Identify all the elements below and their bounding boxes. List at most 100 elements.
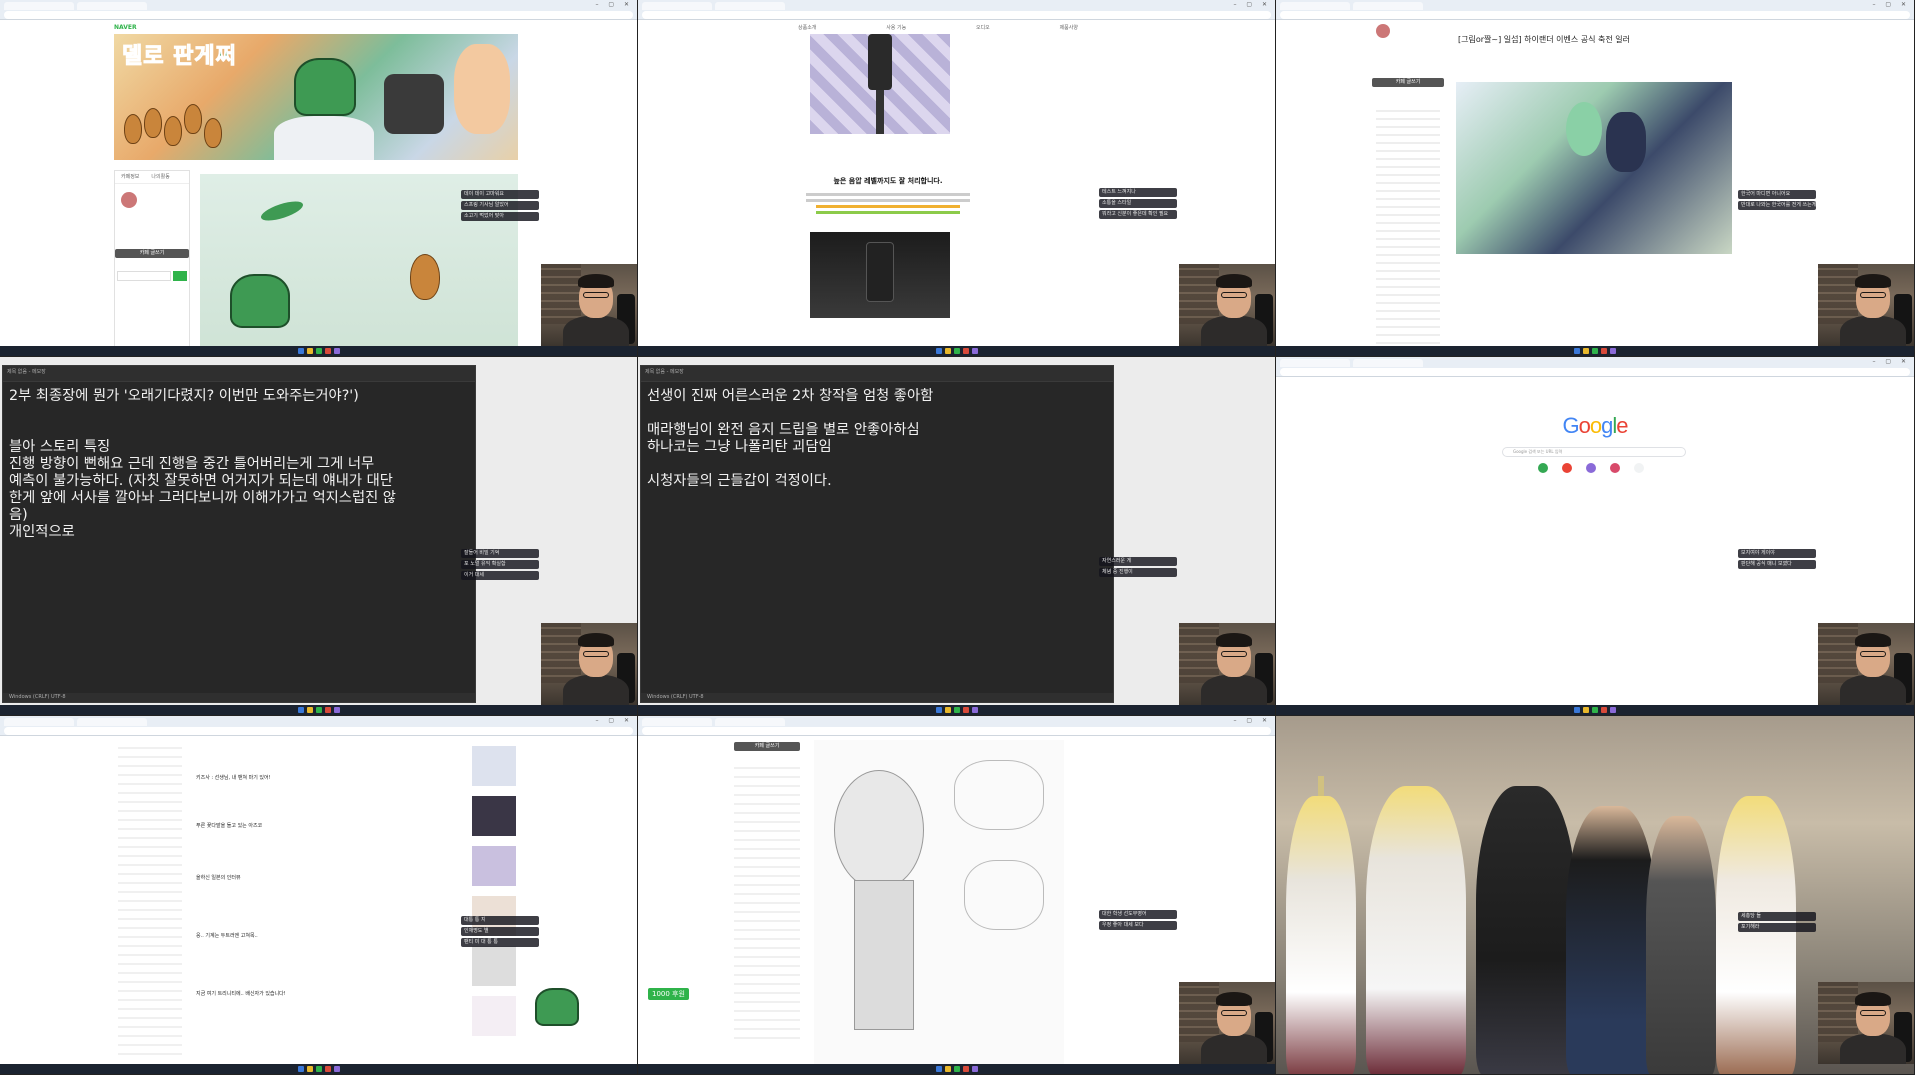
post-list: 키즈사 : 선생님, 내 밴쳐 마기 있어! 푸른 꽃다발을 들고 있는 아즈코…: [196, 764, 476, 998]
google-search-input[interactable]: Google 검색 또는 URL 입력: [1502, 447, 1686, 457]
chat-overlay: 데이 데이 고마워요 스프링 기사님 알았어 소고기 먹었어 맞아: [461, 190, 539, 221]
chat-overlay: 세총당 들 포기해라: [1738, 912, 1816, 932]
address-bar[interactable]: [4, 727, 633, 735]
notepad-statusbar: Windows (CRLF) UTF-8: [3, 693, 475, 702]
tab-cafe-info[interactable]: 카페정보: [121, 173, 139, 181]
chat-message: 데이 데이 고마워요: [461, 190, 539, 199]
notepad-titlebar[interactable]: 제목 없음 - 메모장: [3, 366, 475, 382]
list-item[interactable]: 을하신 일본의 인터뷰: [196, 874, 476, 882]
tab-my-activity[interactable]: 나의활동: [151, 173, 169, 181]
panel-cafe-banner: – ▢ ✕ NAVER 델로 판게쩌 카페정보 나의활동 카페 글쓰기 데이 데…: [0, 0, 638, 357]
address-bar[interactable]: [4, 11, 633, 19]
post-image: [1456, 82, 1732, 254]
list-item[interactable]: 키즈사 : 선생님, 내 밴쳐 마기 있어!: [196, 774, 476, 782]
cafe-sidebar: 카페정보 나의활동 카페 글쓰기: [114, 170, 190, 350]
helmet-character: [294, 58, 356, 116]
window-controls[interactable]: – ▢ ✕: [1233, 1, 1271, 8]
chat-message: 자연스러운 게: [1099, 557, 1177, 566]
list-item[interactable]: 지금 여기 트리니티에.. 배신자가 있습니다!: [196, 990, 476, 998]
browser-tab[interactable]: [4, 718, 74, 726]
browser-tab[interactable]: [1353, 359, 1423, 367]
nav-item[interactable]: 오디오: [976, 24, 990, 32]
board-menu[interactable]: [118, 740, 182, 1060]
panel-cafe-post: – ▢ ✕ 카페 글쓰기 [그림or짤~] 일섭] 하이랜더 이벤스 공식 축전…: [1276, 0, 1915, 357]
nav-item[interactable]: 제품사양: [1060, 24, 1078, 32]
browser-tab[interactable]: [4, 2, 74, 10]
webcam-overlay: [541, 623, 637, 705]
cafe-search-input[interactable]: [117, 271, 171, 281]
shortcut-tile[interactable]: [1610, 463, 1620, 473]
chat-overlay: 보지여야 게이야 판단해 공식 매니 보였다: [1738, 549, 1816, 569]
cafe-write-button[interactable]: 카페 글쓰기: [1372, 78, 1444, 87]
window-controls[interactable]: – ▢ ✕: [1872, 1, 1910, 8]
browser-chrome: – ▢ ✕: [0, 716, 637, 736]
banner-title: 델로 판게쩌: [122, 44, 237, 70]
notepad-titlebar[interactable]: 제목 없음 - 메모장: [641, 366, 1113, 382]
taskbar: [0, 1064, 637, 1074]
shortcut-tile[interactable]: [1586, 463, 1596, 473]
chat-message: 이거 대세: [461, 571, 539, 580]
window-controls[interactable]: – ▢ ✕: [1233, 717, 1271, 724]
add-shortcut-button[interactable]: [1634, 463, 1644, 473]
browser-tab[interactable]: [1280, 2, 1350, 10]
browser-tab[interactable]: [1353, 2, 1423, 10]
address-bar[interactable]: [1280, 11, 1910, 19]
webcam-overlay: [1818, 982, 1914, 1064]
browser-tab[interactable]: [77, 718, 147, 726]
browser-tab[interactable]: [715, 718, 785, 726]
taskbar: [1276, 346, 1914, 356]
browser-tab[interactable]: [642, 718, 712, 726]
webcam-overlay: [1818, 623, 1914, 705]
address-bar[interactable]: [642, 727, 1271, 735]
webcam-overlay: [1179, 623, 1275, 705]
list-item[interactable]: 응.. 기계는 두트러엔 고쳐목..: [196, 932, 476, 940]
webcam-overlay: [541, 264, 637, 346]
character-overlay: [527, 984, 587, 1064]
chat-message: 소고기 먹었어 맞아: [461, 212, 539, 221]
panel-notepad-2: 제목 없음 - 메모장 선생이 진짜 어른스러운 2차 창작을 엄청 좋아함 매…: [638, 357, 1276, 716]
browser-tab[interactable]: [77, 2, 147, 10]
browser-tab[interactable]: [642, 2, 712, 10]
post-title: [그림or짤~] 일섭] 하이랜더 이벤스 공식 축전 일러: [1458, 35, 1630, 44]
avatar[interactable]: [121, 192, 137, 208]
cafe-write-button[interactable]: 카페 글쓰기: [734, 742, 800, 751]
chat-overlay: 자연스러운 게 체념 중 진행이: [1099, 557, 1177, 577]
panel-manga-post: – ▢ ✕ 카페 글쓰기 1000 후원 대한 학생 선도부영어 우정 좋아 대…: [638, 716, 1276, 1075]
address-bar[interactable]: [1280, 368, 1910, 376]
chat-overlay: 테스트 느껴지나 소통을 스타일 뭐라고 신분이 좋은데 확인 필요: [1099, 188, 1177, 219]
address-bar[interactable]: [642, 11, 1271, 19]
shortcut-tile[interactable]: [1538, 463, 1548, 473]
chat-message: 반대로 나와는 한국어를 전게 쓰는게 어떨까: [1738, 201, 1816, 210]
chat-message: 보지여야 게이야: [1738, 549, 1816, 558]
chat-message: 한국어 마디면 아니어요: [1738, 190, 1816, 199]
cafe-sidebar: 카페 글쓰기: [1372, 20, 1446, 344]
notepad-text[interactable]: 2부 최종장에 뭔가 '오래기다렸지? 이번만 도와주는거야?') 블아 스토리…: [3, 382, 475, 547]
window-controls[interactable]: – ▢ ✕: [1872, 358, 1910, 365]
browser-tab[interactable]: [715, 2, 785, 10]
board-menu[interactable]: [734, 760, 800, 1040]
chat-overlay: 대한 학생 선도부영어 우정 좋아 대세 보다: [1099, 910, 1177, 930]
window-controls[interactable]: – ▢ ✕: [595, 717, 633, 724]
chat-message: 스프링 기사님 알았어: [461, 201, 539, 210]
product-nav: 상품소개 사용 기능 오디오 제품사양: [798, 24, 1078, 32]
list-item[interactable]: 푸른 꽃다발을 들고 있는 아즈코: [196, 822, 476, 830]
browser-tab[interactable]: [1280, 359, 1350, 367]
avatar[interactable]: [1376, 24, 1390, 38]
search-button[interactable]: [173, 271, 187, 281]
window-controls[interactable]: – ▢ ✕: [595, 1, 633, 8]
chat-message: 잘들어 비밀 기억: [461, 549, 539, 558]
site-logo[interactable]: NAVER: [114, 24, 137, 31]
browser-chrome: – ▢ ✕: [0, 0, 637, 20]
taskbar: [638, 705, 1275, 715]
cafe-write-button[interactable]: 카페 글쓰기: [115, 249, 189, 258]
chat-message: 세총당 들: [1738, 912, 1816, 921]
chat-message: 우정 좋아 대세 보다: [1099, 921, 1177, 930]
nav-item[interactable]: 사용 기능: [886, 24, 906, 32]
taskbar: [0, 346, 637, 356]
nav-item[interactable]: 상품소개: [798, 24, 816, 32]
notepad-text[interactable]: 선생이 진짜 어른스러운 2차 창작을 엄청 좋아함 매라행님이 완전 음지 드…: [641, 382, 1113, 496]
board-menu[interactable]: [1376, 104, 1440, 344]
shortcut-tile[interactable]: [1562, 463, 1572, 473]
chat-message: 테스트 느껴지나: [1099, 188, 1177, 197]
mic-image: [810, 34, 950, 134]
